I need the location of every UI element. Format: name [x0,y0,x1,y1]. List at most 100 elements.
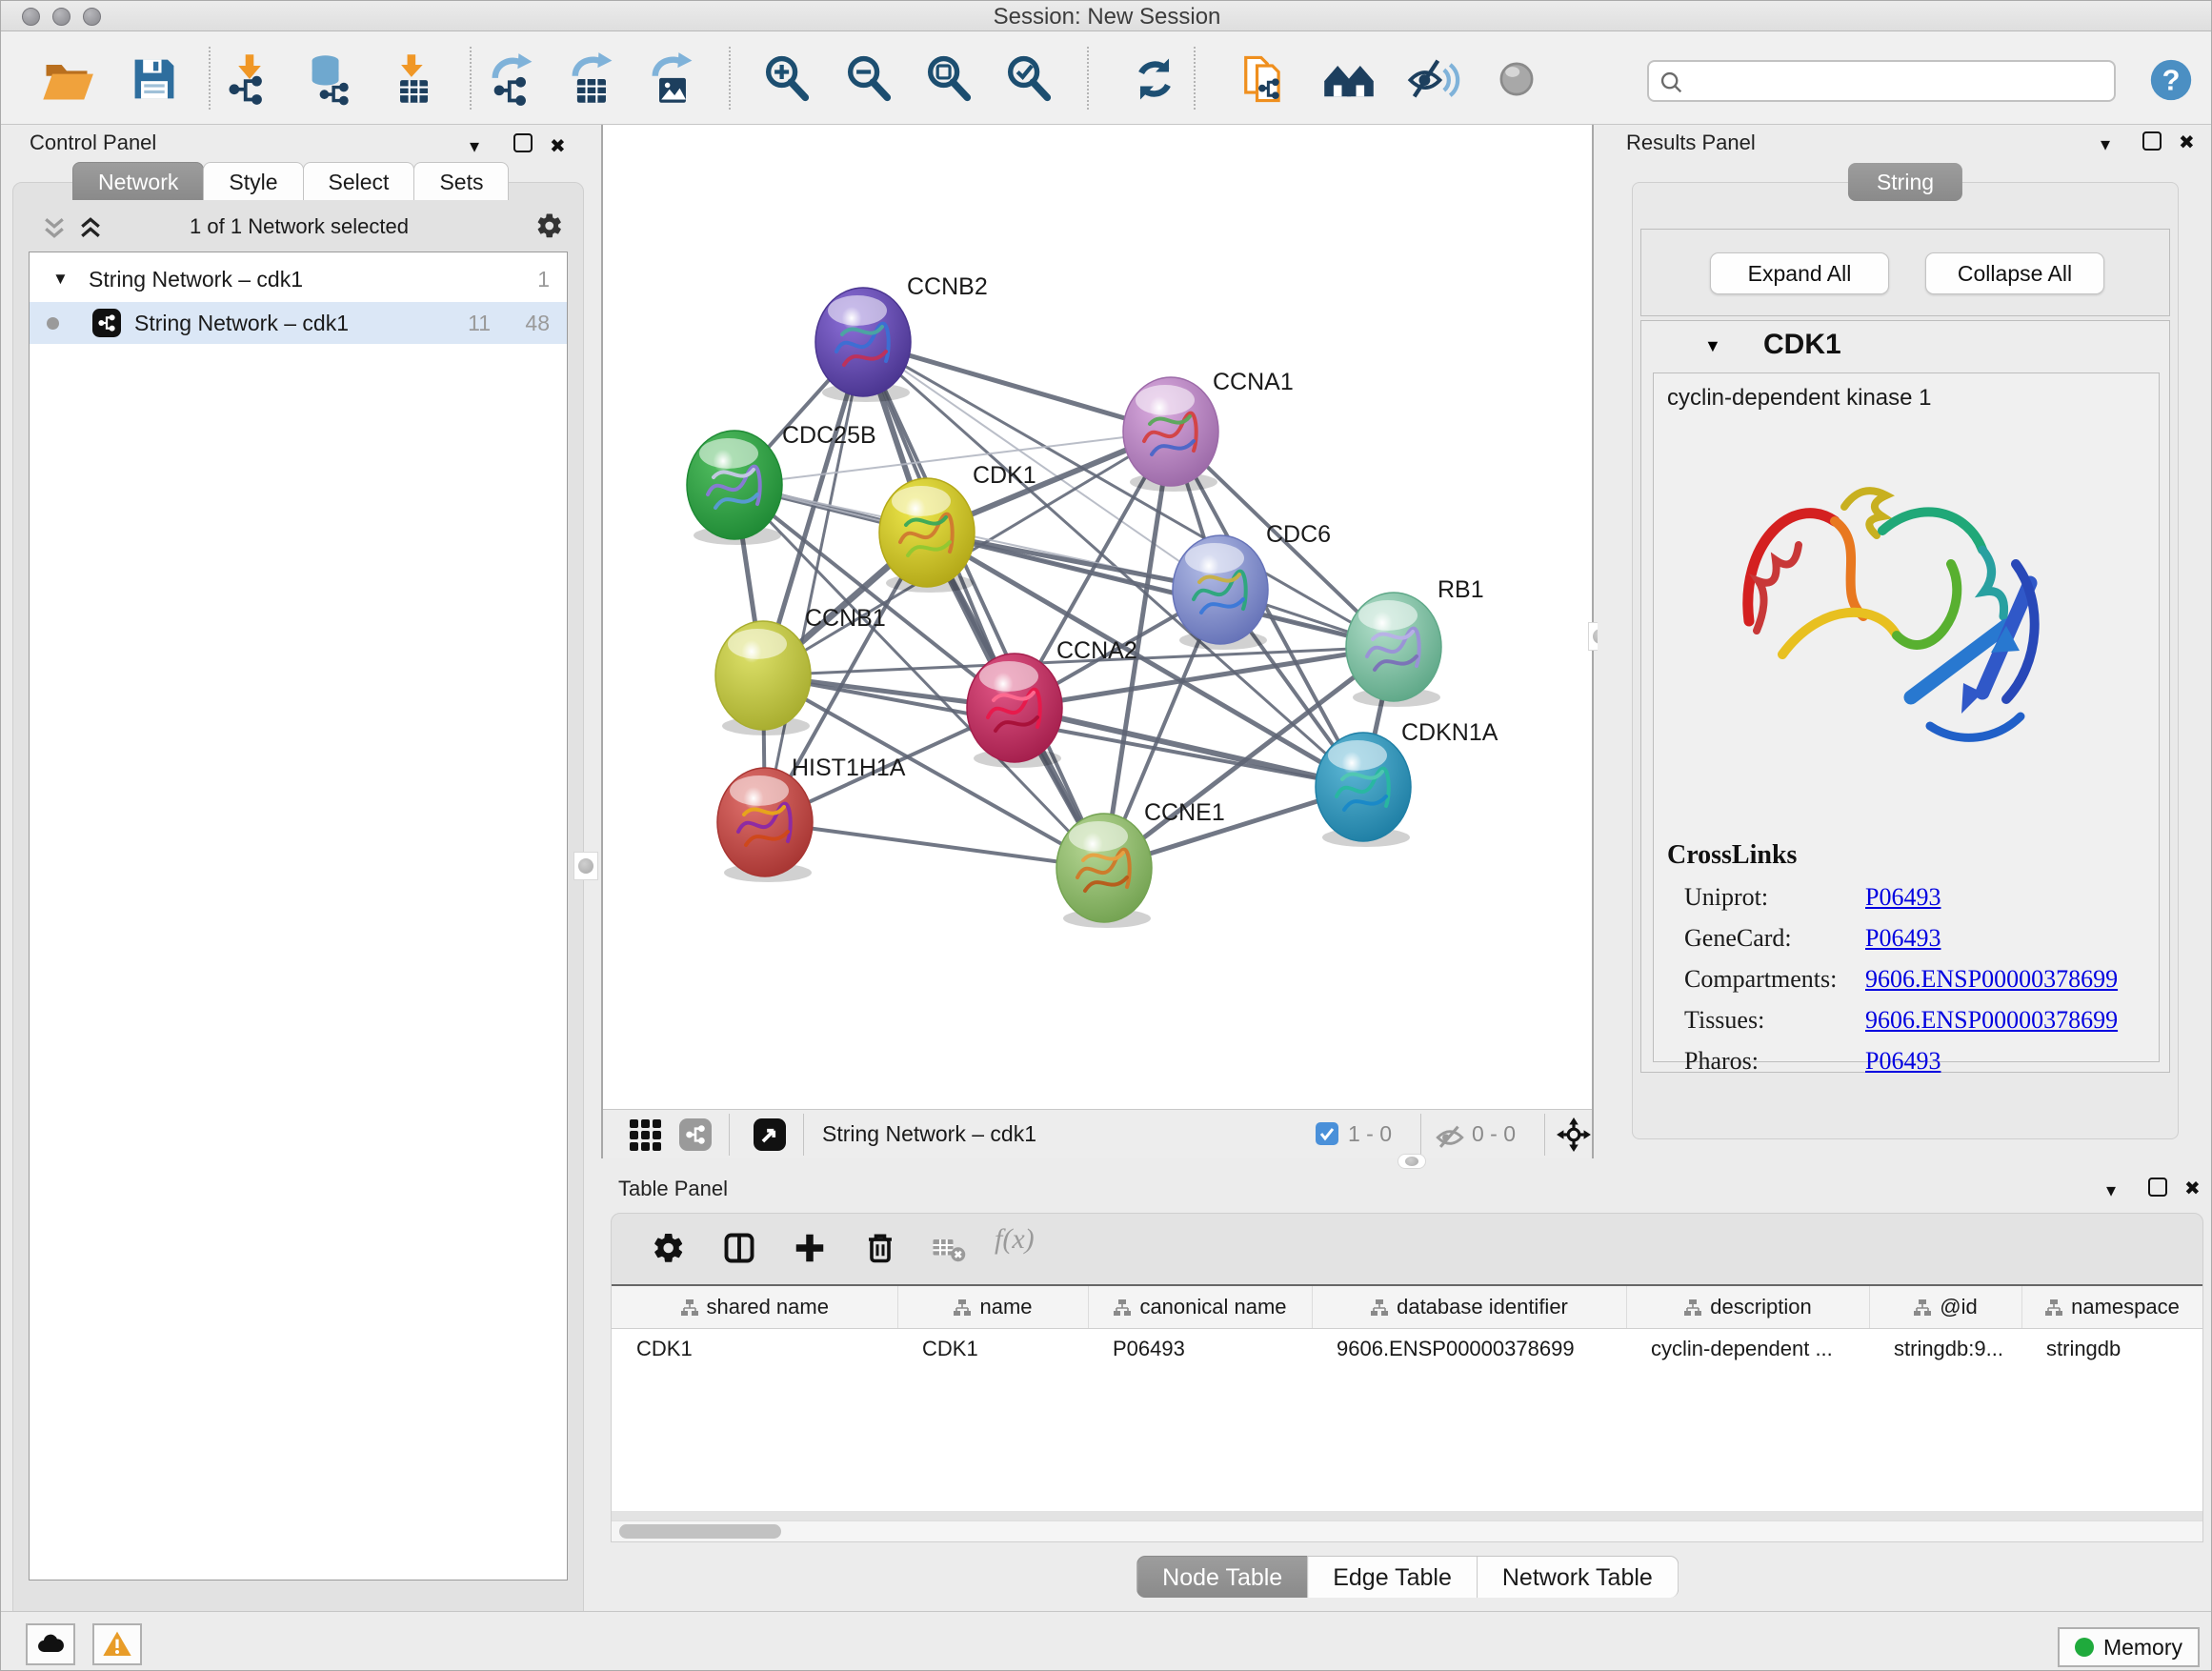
column-header[interactable]: database identifier [1312,1286,1626,1328]
expand-all-button[interactable]: Expand All [1710,252,1889,294]
apply-layout-button[interactable] [1127,51,1182,107]
save-session-button[interactable] [127,51,182,107]
crosslink-value-link[interactable]: P06493 [1865,1047,1941,1076]
crosslink-value-link[interactable]: P06493 [1865,883,1941,912]
import-table-file-button[interactable] [386,51,441,107]
zoom-in-button[interactable] [759,51,814,107]
import-network-database-button[interactable] [304,51,359,107]
node-gloss-highlight [699,438,758,469]
network-view-dot-icon [47,317,59,330]
control-panel: Control Panel ▾ ✖ Network Style Select S… [1,125,601,1608]
column-header[interactable]: name [897,1286,1088,1328]
tab-string[interactable]: String [1848,163,1962,201]
panel-menu-caret-icon[interactable]: ▾ [2106,1178,2116,1202]
float-panel-icon[interactable] [2148,1178,2167,1197]
window-title: Session: New Session [1,4,2212,30]
column-header[interactable]: description [1626,1286,1869,1328]
export-image-button[interactable] [645,51,700,107]
hidden-eye-slash-icon[interactable] [1434,1121,1466,1154]
close-panel-icon[interactable]: ✖ [2184,1177,2201,1200]
function-builder-icon[interactable]: f(x) [995,1223,1035,1258]
close-panel-icon[interactable]: ✖ [2179,131,2195,154]
network-canvas[interactable]: CCNB2CCNA1CDC25BCDK1CDC6RB1CCNB1CCNA2CDK… [601,125,1594,1158]
show-all-button[interactable] [1489,51,1544,107]
entry-collapse-caret-icon[interactable]: ▼ [1704,336,1721,356]
crosslink-value-link[interactable]: 9606.ENSP00000378699 [1865,965,2118,994]
tab-edge-table[interactable]: Edge Table [1307,1556,1478,1598]
network-node-label: CCNB2 [907,273,988,300]
network-options-gear-icon[interactable] [535,211,564,240]
tab-select[interactable]: Select [303,162,415,200]
title-bar: Session: New Session [1,1,2212,31]
zoom-selected-button[interactable] [1001,51,1056,107]
hidden-counts: 0 - 0 [1472,1121,1516,1147]
bottom-splitter-handle[interactable] [1398,1154,1426,1169]
zoom-out-button[interactable] [841,51,896,107]
string-result-entry: ▼ CDK1 cyclin-dependent kinase 1 [1640,320,2170,1073]
tab-network-table[interactable]: Network Table [1477,1556,1679,1598]
zoom-fit-icon [921,51,976,107]
crosslink-label: Compartments: [1684,965,1865,994]
share-view-icon[interactable] [679,1118,712,1151]
close-panel-icon[interactable]: ✖ [550,134,566,158]
grid-view-icon[interactable] [630,1118,662,1151]
selected-nodes-checkbox-icon[interactable] [1316,1122,1338,1145]
export-table-icon [565,51,620,107]
float-panel-icon[interactable] [2142,131,2162,151]
tab-node-table[interactable]: Node Table [1136,1556,1308,1598]
crosslink-row: Pharos:P06493 [1684,1047,2148,1076]
warnings-button[interactable] [92,1623,142,1665]
crosslink-row: Tissues:9606.ENSP00000378699 [1684,1006,2148,1035]
float-panel-icon[interactable] [513,133,533,152]
left-splitter-handle[interactable] [573,852,598,880]
memory-button[interactable]: Memory [2058,1627,2200,1667]
panel-menu-caret-icon[interactable]: ▾ [2101,132,2110,156]
column-header[interactable]: canonical name [1088,1286,1312,1328]
birds-eye-view-icon[interactable] [754,1118,786,1151]
network-row-selected[interactable]: String Network – cdk1 11 48 [30,302,567,344]
column-header[interactable]: shared name [612,1286,897,1328]
open-session-button[interactable] [39,51,94,107]
crosslink-value-link[interactable]: P06493 [1865,924,1941,953]
column-header[interactable]: namespace [2021,1286,2202,1328]
tab-style[interactable]: Style [203,162,303,200]
delete-table-icon[interactable] [932,1231,966,1265]
import-network-file-button[interactable] [222,51,277,107]
hide-selected-button[interactable] [1405,51,1460,107]
table-horizontal-scrollbar[interactable] [612,1520,2202,1541]
show-graphics-details-button[interactable] [1321,51,1377,107]
collapse-all-button[interactable]: Collapse All [1925,252,2104,294]
delete-column-trash-icon[interactable] [863,1231,897,1265]
tree-expand-icon[interactable]: ▼ [52,270,69,289]
network-edge[interactable] [765,822,1104,868]
zoom-fit-button[interactable] [921,51,976,107]
export-table-button[interactable] [565,51,620,107]
current-network-name: String Network – cdk1 [822,1121,1036,1147]
panel-menu-caret-icon[interactable]: ▾ [470,134,479,158]
show-columns-icon[interactable] [722,1231,756,1265]
tab-network[interactable]: Network [72,162,204,200]
table-row[interactable]: CDK1CDK1P064939606.ENSP00000378699cyclin… [612,1328,2202,1370]
cloud-status-button[interactable] [26,1623,75,1665]
tab-sets[interactable]: Sets [413,162,509,200]
create-column-plus-icon[interactable] [793,1231,827,1265]
network-graph: CCNB2CCNA1CDC25BCDK1CDC6RB1CCNB1CCNA2CDK… [603,125,1592,1109]
crosslink-row: Uniprot:P06493 [1684,883,2148,912]
search-input[interactable] [1693,64,2102,98]
export-network-button[interactable] [485,51,540,107]
network-edge[interactable] [863,342,1104,868]
toolbar-separator [470,47,472,110]
table-options-gear-icon[interactable] [652,1231,686,1265]
entry-description: cyclin-dependent kinase 1 [1667,385,1932,412]
toolbar-separator [729,47,731,110]
node-gloss-highlight [1358,600,1418,631]
clone-network-button[interactable] [1236,51,1291,107]
network-edge[interactable] [1015,708,1363,787]
help-button[interactable]: ? [2146,55,2196,105]
network-edge[interactable] [765,342,863,822]
network-collection-row[interactable]: ▼ String Network – cdk1 1 [30,260,567,300]
column-header[interactable]: @id [1869,1286,2021,1328]
crosslink-value-link[interactable]: 9606.ENSP00000378699 [1865,1006,2118,1035]
fit-selected-crosshair-icon[interactable] [1556,1117,1592,1153]
network-node-label: CCNA1 [1213,369,1294,395]
